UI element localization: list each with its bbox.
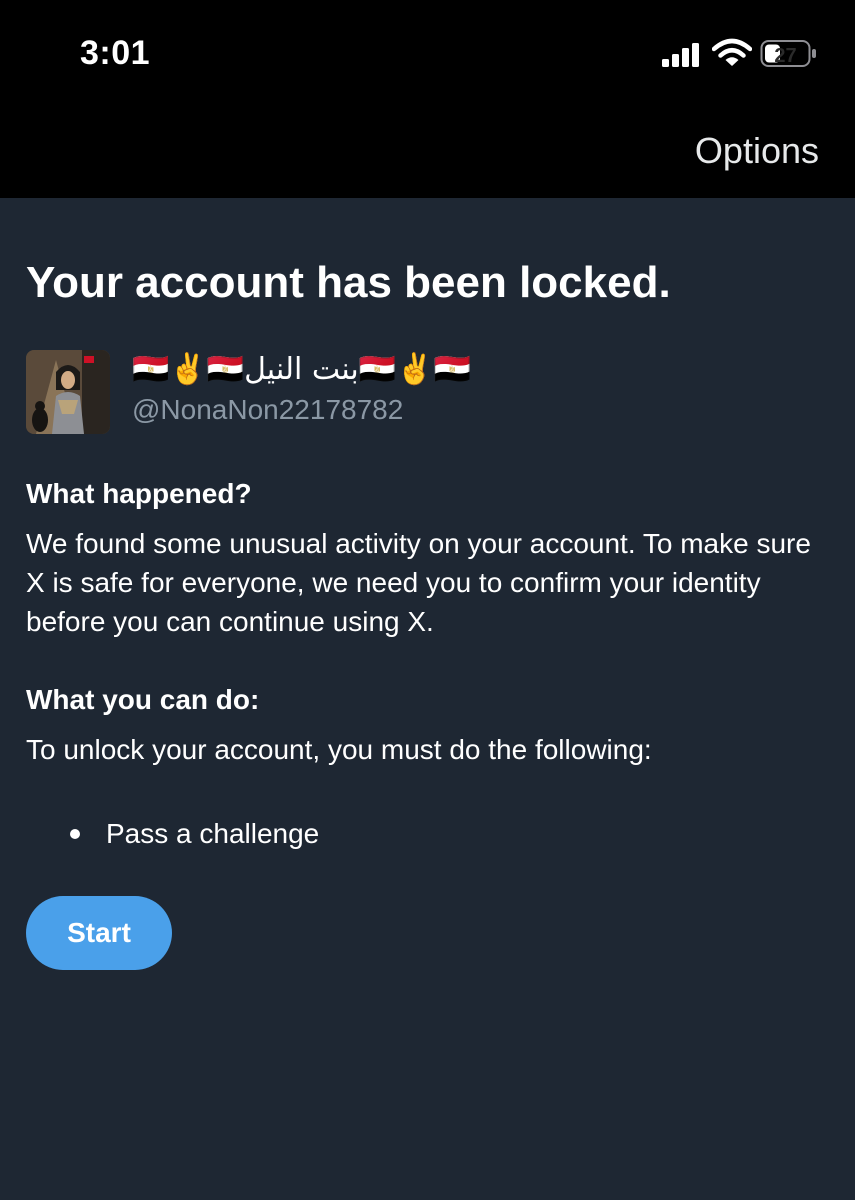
account-handle: @NonaNon22178782 (132, 394, 404, 425)
page-title: Your account has been locked. (26, 258, 671, 307)
status-time: 3:01 (80, 34, 151, 72)
requirements-list: Pass a challenge (26, 814, 319, 854)
what-you-can-do-heading: What you can do: (26, 684, 260, 715)
cellular-signal-icon (662, 43, 699, 67)
battery-icon: 27 (760, 40, 816, 67)
bullet-icon (70, 829, 80, 839)
avatar (26, 350, 110, 434)
battery-level: 27 (774, 45, 796, 67)
requirement-label: Pass a challenge (106, 818, 320, 849)
start-button[interactable]: Start (26, 896, 172, 970)
wifi-icon (712, 38, 752, 66)
what-you-can-do-text: To unlock your account, you must do the … (26, 734, 652, 765)
status-bar: 3:01 27 (0, 0, 855, 110)
account-display-name: 🇪🇬✌️🇪🇬بنت النيل🇪🇬✌️🇪🇬 (132, 352, 471, 387)
what-happened-text: We found some unusual activity on your a… (26, 528, 811, 637)
profile-photo-icon (26, 350, 110, 434)
options-button[interactable]: Options (695, 130, 819, 172)
what-happened-heading: What happened? (26, 478, 252, 509)
nav-bar: Options (0, 110, 855, 198)
list-item: Pass a challenge (26, 814, 319, 854)
